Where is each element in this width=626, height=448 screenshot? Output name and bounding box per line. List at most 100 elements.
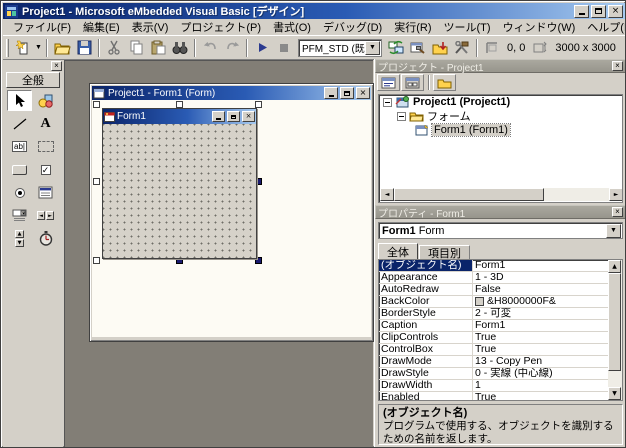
find-button[interactable] — [169, 38, 191, 58]
toolbox-tab-general[interactable]: 全般 — [6, 72, 60, 88]
tool-optionbutton[interactable] — [7, 182, 32, 203]
property-value[interactable]: True — [473, 344, 622, 355]
form-design-window[interactable]: Form1 × — [102, 108, 257, 259]
device-combobox-arrow[interactable]: ▼ — [365, 40, 380, 55]
properties-panel-close-icon[interactable]: × — [612, 207, 623, 217]
run-button[interactable] — [251, 38, 273, 58]
menu-item-6[interactable]: デバッグ(D) — [317, 18, 388, 36]
collapse-icon[interactable] — [383, 97, 392, 107]
copy-button[interactable] — [125, 38, 147, 58]
property-row[interactable]: DrawStyle 0 - 実線 (中心線) — [379, 368, 622, 380]
minimize-button[interactable] — [574, 4, 589, 18]
collapse-icon[interactable] — [397, 111, 406, 121]
selection-handle-top-right[interactable] — [255, 101, 262, 108]
property-row[interactable]: Enabled True — [379, 392, 622, 400]
project-tree-hscrollbar[interactable]: ◄ ► — [380, 188, 622, 201]
property-value[interactable]: 1 — [473, 380, 622, 391]
tool-combobox[interactable] — [7, 205, 32, 226]
property-value[interactable]: True — [473, 332, 622, 343]
download-button[interactable] — [429, 38, 451, 58]
property-name[interactable]: AutoRedraw — [379, 284, 473, 295]
tool-hscrollbar[interactable]: ◄ ► — [33, 205, 58, 226]
view-object-button[interactable] — [401, 74, 424, 91]
property-grid-vscrollbar[interactable]: ▲ ▼ — [608, 260, 622, 400]
hscroll-thumb[interactable] — [394, 188, 544, 201]
maximize-button[interactable] — [591, 4, 606, 18]
scroll-down-icon[interactable]: ▼ — [608, 387, 621, 400]
menu-item-9[interactable]: ウィンドウ(W) — [497, 18, 582, 36]
form-maximize-button[interactable] — [227, 111, 240, 122]
tool-timer[interactable] — [33, 228, 58, 249]
control-manager-button[interactable] — [407, 38, 429, 58]
property-name[interactable]: DrawStyle — [379, 368, 473, 379]
project-panel-titlebar[interactable]: プロジェクト - Project1 × — [375, 59, 625, 74]
selection-handle-middle-left[interactable] — [93, 178, 100, 185]
toolbox-close-icon[interactable]: × — [51, 61, 62, 71]
object-selector-combobox[interactable]: Form1 Form ▼ — [378, 222, 623, 239]
menu-item-8[interactable]: ツール(T) — [438, 18, 497, 36]
property-name[interactable]: Enabled — [379, 392, 473, 400]
tab-alphabetic[interactable]: 全体 — [378, 243, 418, 259]
property-value[interactable]: 0 - 実線 (中心線) — [473, 368, 622, 379]
designer-close-button[interactable]: × — [356, 87, 370, 99]
cut-button[interactable] — [103, 38, 125, 58]
property-row[interactable]: ClipControls True — [379, 332, 622, 344]
device-sync-button[interactable] — [385, 38, 407, 58]
property-row[interactable]: BorderStyle 2 - 可変 — [379, 308, 622, 320]
stop-button[interactable] — [273, 38, 295, 58]
scroll-left-icon[interactable]: ◄ — [380, 188, 394, 201]
property-value[interactable]: True — [473, 392, 622, 400]
property-row[interactable]: DrawMode 13 - Copy Pen — [379, 356, 622, 368]
selection-handle-top-center[interactable] — [176, 101, 183, 108]
menu-item-7[interactable]: 実行(R) — [388, 18, 437, 36]
object-selector-arrow[interactable]: ▼ — [606, 223, 621, 238]
property-name[interactable]: Caption — [379, 320, 473, 331]
scroll-up-icon[interactable]: ▲ — [608, 260, 621, 273]
new-project-dropdown[interactable]: ▼ — [34, 38, 43, 58]
designer-maximize-button[interactable] — [340, 87, 354, 99]
property-name[interactable]: ControlBox — [379, 344, 473, 355]
property-name[interactable]: ClipControls — [379, 332, 473, 343]
remote-tools-button[interactable] — [451, 38, 473, 58]
tool-vscrollbar[interactable]: ▲ ▼ — [7, 228, 32, 249]
property-value[interactable]: 2 - 可変 — [473, 308, 622, 319]
property-value[interactable]: False — [473, 284, 622, 295]
tool-textbox[interactable]: ab| — [7, 136, 32, 157]
new-project-button[interactable] — [12, 38, 34, 58]
paste-button[interactable] — [147, 38, 169, 58]
property-row[interactable]: DrawWidth 1 — [379, 380, 622, 392]
form-grid-surface[interactable] — [103, 124, 256, 258]
form-close-button[interactable]: × — [242, 111, 255, 122]
property-value[interactable]: &H8000000F& — [473, 296, 622, 307]
tool-listbox[interactable] — [33, 182, 58, 203]
property-name[interactable]: DrawWidth — [379, 380, 473, 391]
view-code-button[interactable] — [377, 74, 400, 91]
property-row[interactable]: Caption Form1 — [379, 320, 622, 332]
menu-item-1[interactable]: ファイル(F) — [7, 18, 77, 36]
open-button[interactable] — [51, 38, 73, 58]
property-value[interactable]: 13 - Copy Pen — [473, 356, 622, 367]
property-value[interactable]: Form1 — [473, 260, 622, 271]
form-minimize-button[interactable] — [212, 111, 225, 122]
project-panel-close-icon[interactable]: × — [612, 61, 623, 71]
property-row[interactable]: BackColor &H8000000F& — [379, 296, 622, 308]
menu-item-3[interactable]: 表示(V) — [126, 18, 175, 36]
property-name[interactable]: (オブジェクト名) — [379, 260, 473, 271]
property-name[interactable]: DrawMode — [379, 356, 473, 367]
tool-line[interactable] — [7, 113, 32, 134]
menu-item-10[interactable]: ヘルプ(H) — [581, 18, 625, 36]
selection-handle-bottom-left[interactable] — [93, 257, 100, 264]
tool-checkbox[interactable]: ✓ — [33, 159, 58, 180]
close-button[interactable]: × — [608, 4, 623, 18]
property-row[interactable]: (オブジェクト名) Form1 — [379, 260, 622, 272]
property-value[interactable]: 1 - 3D — [473, 272, 622, 283]
tree-item-forms-folder[interactable]: フォーム — [379, 109, 622, 123]
tree-item-form1[interactable]: Form1 (Form1) — [379, 123, 622, 137]
menu-item-4[interactable]: プロジェクト(P) — [174, 18, 267, 36]
tree-item-project[interactable]: Project1 (Project1) — [379, 95, 622, 109]
vscroll-thumb[interactable] — [608, 273, 621, 371]
property-value[interactable]: Form1 — [473, 320, 622, 331]
selection-handle-top-left[interactable] — [93, 101, 100, 108]
property-name[interactable]: Appearance — [379, 272, 473, 283]
tool-commandbutton[interactable] — [7, 159, 32, 180]
